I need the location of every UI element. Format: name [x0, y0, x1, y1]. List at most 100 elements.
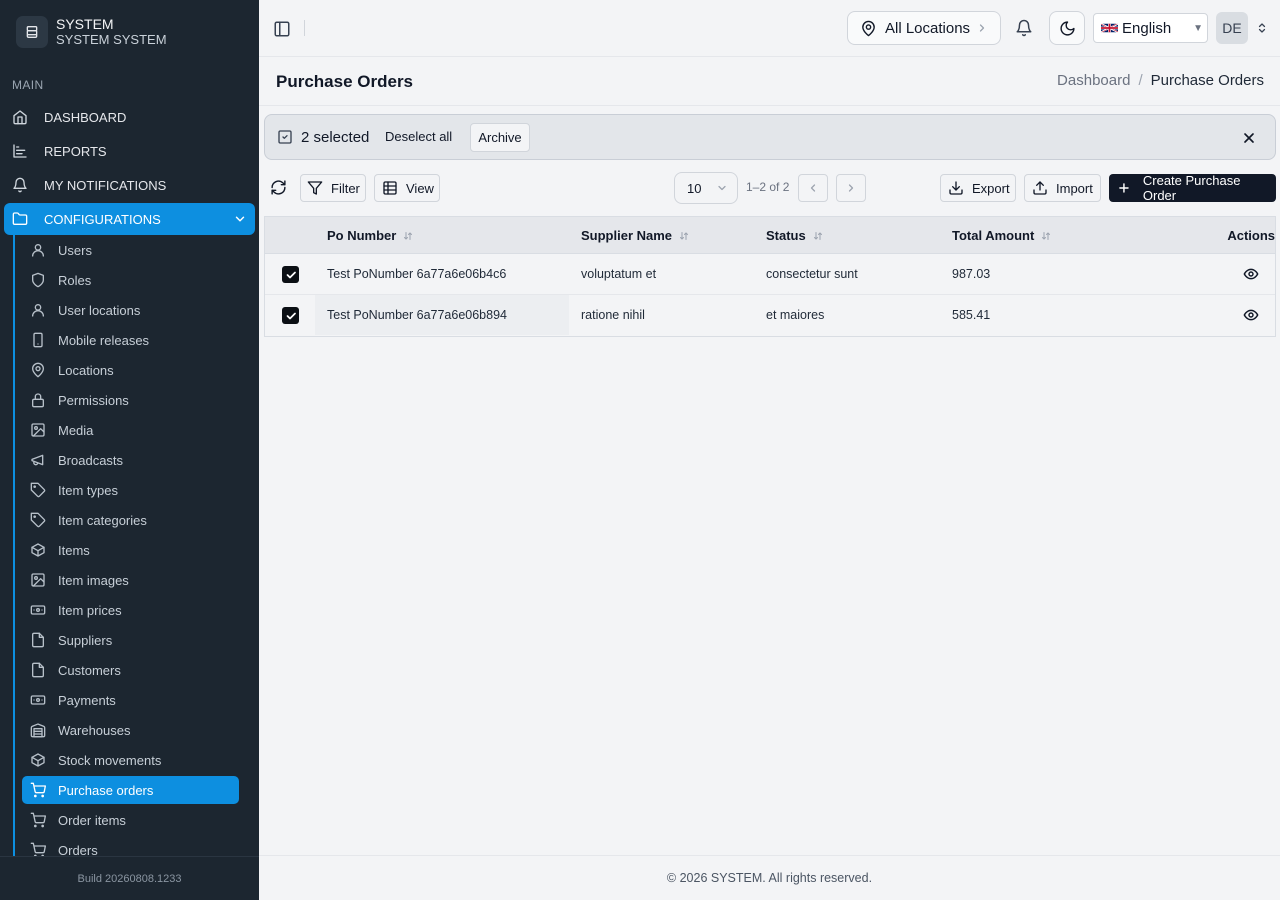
column-header-actions: Actions: [1175, 217, 1275, 254]
sidebar-item-item-types[interactable]: Item types: [22, 475, 239, 505]
sidebar-item-label: Roles: [58, 272, 92, 288]
filter-button[interactable]: Filter: [300, 174, 366, 202]
sidebar-item-locations[interactable]: Locations: [22, 355, 239, 385]
megaphone-icon: [30, 452, 46, 468]
sidebar-item-item-categories[interactable]: Item categories: [22, 505, 239, 535]
table-row[interactable]: Test PoNumber 6a77a6e06b4c6 voluptatum e…: [265, 254, 1275, 295]
box-icon: [30, 752, 46, 768]
sidebar-item-payments[interactable]: Payments: [22, 685, 239, 715]
topbar: All Locations English ▼ DE: [259, 0, 1280, 57]
sidebar-item-configurations[interactable]: CONFIGURATIONS: [4, 203, 255, 235]
import-button[interactable]: Import: [1024, 174, 1101, 202]
create-purchase-order-button[interactable]: Create Purchase Order: [1109, 173, 1276, 203]
sort-icon: [678, 230, 690, 242]
archive-button[interactable]: Archive: [470, 123, 530, 152]
language-select[interactable]: English ▼: [1093, 13, 1208, 43]
cell-po-number: Test PoNumber 6a77a6e06b4c6: [327, 267, 507, 281]
column-header-po-number[interactable]: Po Number: [327, 217, 414, 254]
purchase-orders-table: Po Number Supplier Name Status Total Amo…: [264, 216, 1276, 337]
next-page-button[interactable]: [836, 174, 866, 202]
sidebar-item-dashboard[interactable]: DASHBOARD: [4, 100, 255, 134]
sidebar-item-label: Items: [58, 542, 90, 558]
cell-total-amount: 585.41: [952, 308, 991, 322]
sidebar-item-permissions[interactable]: Permissions: [22, 385, 239, 415]
column-label: Actions: [1227, 228, 1275, 243]
row-checkbox[interactable]: [282, 266, 299, 283]
filter-icon: [307, 180, 323, 196]
eye-icon[interactable]: [1242, 266, 1260, 282]
brand[interactable]: SYSTEM SYSTEM SYSTEM: [16, 16, 167, 48]
table-row[interactable]: Test PoNumber 6a77a6e06b894 ratione nihi…: [265, 295, 1275, 336]
column-header-total-amount[interactable]: Total Amount: [952, 217, 1052, 254]
brand-title: SYSTEM: [56, 16, 114, 32]
cell-supplier-name: ratione nihil: [581, 308, 645, 322]
sidebar-item-warehouses[interactable]: Warehouses: [22, 715, 239, 745]
sidebar-item-label: Suppliers: [58, 632, 113, 648]
sidebar-item-reports[interactable]: REPORTS: [4, 134, 255, 168]
sidebar-item-orders[interactable]: Orders: [22, 835, 239, 856]
export-button[interactable]: Export: [940, 174, 1016, 202]
sidebar-item-items[interactable]: Items: [22, 535, 239, 565]
location-selector-button[interactable]: All Locations: [847, 11, 1001, 45]
column-header-status[interactable]: Status: [766, 217, 824, 254]
refresh-icon[interactable]: [270, 179, 287, 196]
sort-icon: [402, 230, 414, 242]
sidebar-item-suppliers[interactable]: Suppliers: [22, 625, 239, 655]
sidebar-item-label: DASHBOARD: [44, 109, 127, 125]
sidebar-item-user-locations[interactable]: User locations: [22, 295, 239, 325]
close-icon[interactable]: [1241, 130, 1257, 146]
sidebar-item-customers[interactable]: Customers: [22, 655, 239, 685]
chevron-right-icon: [845, 182, 857, 194]
warehouse-icon: [30, 722, 46, 738]
database-icon: [24, 24, 40, 40]
eye-icon[interactable]: [1242, 307, 1260, 323]
build-version: Build 20260808.1233: [0, 856, 259, 900]
cell-status: et maiores: [766, 308, 825, 322]
avatar[interactable]: DE: [1216, 12, 1248, 44]
sidebar-item-label: Item prices: [58, 602, 122, 618]
row-checkbox[interactable]: [282, 307, 299, 324]
sidebar-item-item-images[interactable]: Item images: [22, 565, 239, 595]
theme-toggle-button[interactable]: [1049, 11, 1085, 45]
home-icon: [12, 109, 28, 125]
previous-page-button[interactable]: [798, 174, 828, 202]
sidebar-item-broadcasts[interactable]: Broadcasts: [22, 445, 239, 475]
view-button[interactable]: View: [374, 174, 440, 202]
image-icon: [30, 572, 46, 588]
chevrons-up-down-icon[interactable]: [1256, 20, 1268, 36]
shield-icon: [30, 272, 46, 288]
table-header: Po Number Supplier Name Status Total Amo…: [265, 217, 1275, 254]
sidebar-item-label: Broadcasts: [58, 452, 124, 468]
user-icon: [30, 302, 46, 318]
sidebar-item-item-prices[interactable]: Item prices: [22, 595, 239, 625]
page-size-select[interactable]: 10: [674, 172, 738, 204]
sidebar-item-users[interactable]: Users: [22, 235, 239, 265]
image-icon: [30, 422, 46, 438]
sidebar-item-media[interactable]: Media: [22, 415, 239, 445]
column-label: Status: [766, 228, 806, 243]
sidebar-toggle-icon[interactable]: [273, 20, 291, 38]
sidebar-item-label: Payments: [58, 692, 116, 708]
footer-copyright: © 2026 SYSTEM. All rights reserved.: [259, 855, 1280, 900]
sidebar-item-mobile-releases[interactable]: Mobile releases: [22, 325, 239, 355]
chevron-down-icon: [716, 182, 728, 194]
sidebar-item-label: Users: [58, 242, 92, 258]
sidebar-item-label: Media: [58, 422, 94, 438]
cart-icon: [30, 812, 46, 828]
column-label: Po Number: [327, 228, 397, 243]
deselect-all-button[interactable]: Deselect all: [377, 125, 460, 149]
sidebar-item-purchase-orders[interactable]: Purchase orders: [22, 776, 239, 804]
sidebar-item-label: Permissions: [58, 392, 129, 408]
sidebar-item-notifications[interactable]: MY NOTIFICATIONS: [4, 168, 255, 202]
tag-icon: [30, 482, 46, 498]
download-icon: [948, 180, 964, 196]
sidebar-item-order-items[interactable]: Order items: [22, 805, 239, 835]
sidebar-item-stock-movements[interactable]: Stock movements: [22, 745, 239, 775]
breadcrumb-dashboard-link[interactable]: Dashboard: [1057, 72, 1130, 89]
page-size-value: 10: [687, 180, 702, 196]
sidebar-item-label: User locations: [58, 302, 141, 318]
bell-icon[interactable]: [1015, 19, 1033, 37]
column-header-supplier-name[interactable]: Supplier Name: [581, 217, 690, 254]
sidebar-item-roles[interactable]: Roles: [22, 265, 239, 295]
cell-po-number: Test PoNumber 6a77a6e06b894: [327, 308, 507, 322]
